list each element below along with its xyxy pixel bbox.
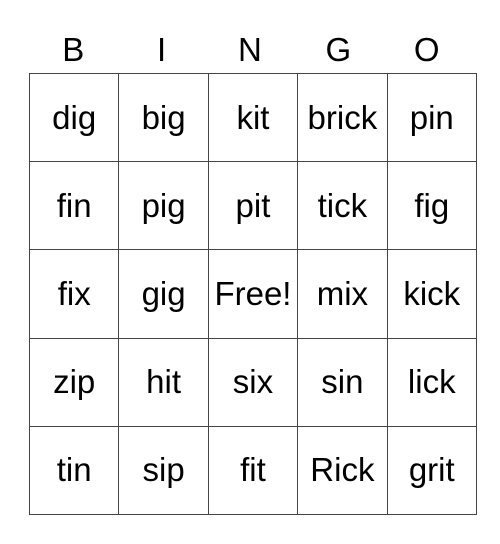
card-row: fix gig Free! mix kick	[28, 249, 477, 339]
card-cell[interactable]: tin	[28, 425, 120, 515]
card-cell[interactable]: gig	[118, 249, 209, 339]
header-letter-b: B	[62, 31, 85, 68]
card-cell[interactable]: sin	[297, 337, 388, 427]
card-cell[interactable]: pit	[207, 161, 299, 251]
card-row: dig big kit brick pin	[28, 72, 477, 163]
card-cell[interactable]: zip	[28, 337, 120, 427]
card-cell[interactable]: fit	[207, 425, 299, 515]
card-cell[interactable]: kick	[386, 249, 477, 339]
header-letter-n: N	[238, 31, 262, 68]
bingo-header: B I N G O	[29, 28, 471, 72]
card-cell[interactable]: hit	[118, 337, 209, 427]
card-cell[interactable]: brick	[297, 72, 388, 163]
card-cell[interactable]: mix	[297, 249, 388, 339]
card-cell[interactable]: pig	[118, 161, 209, 251]
bingo-card: dig big kit brick pin fin pig pit tick f…	[28, 72, 477, 515]
card-cell[interactable]: pin	[386, 72, 477, 163]
card-cell[interactable]: kit	[207, 72, 299, 163]
card-cell[interactable]: big	[118, 72, 209, 163]
card-cell[interactable]: sip	[118, 425, 209, 515]
card-cell[interactable]: fig	[386, 161, 477, 251]
card-cell[interactable]: grit	[386, 425, 477, 515]
header-letter-o: O	[413, 31, 440, 68]
card-cell[interactable]: lick	[386, 337, 477, 427]
card-cell[interactable]: dig	[28, 72, 120, 163]
card-cell[interactable]: fix	[28, 249, 120, 339]
card-cell[interactable]: six	[207, 337, 299, 427]
card-cell[interactable]: Rick	[297, 425, 388, 515]
card-row: fin pig pit tick fig	[28, 161, 477, 251]
header-letter-i: I	[157, 31, 167, 68]
card-cell[interactable]: fin	[28, 161, 120, 251]
header-letter-g: G	[325, 31, 352, 68]
card-cell[interactable]: tick	[297, 161, 388, 251]
card-row: tin sip fit Rick grit	[28, 425, 477, 515]
free-space-cell[interactable]: Free!	[207, 249, 299, 339]
card-row: zip hit six sin lick	[28, 337, 477, 427]
